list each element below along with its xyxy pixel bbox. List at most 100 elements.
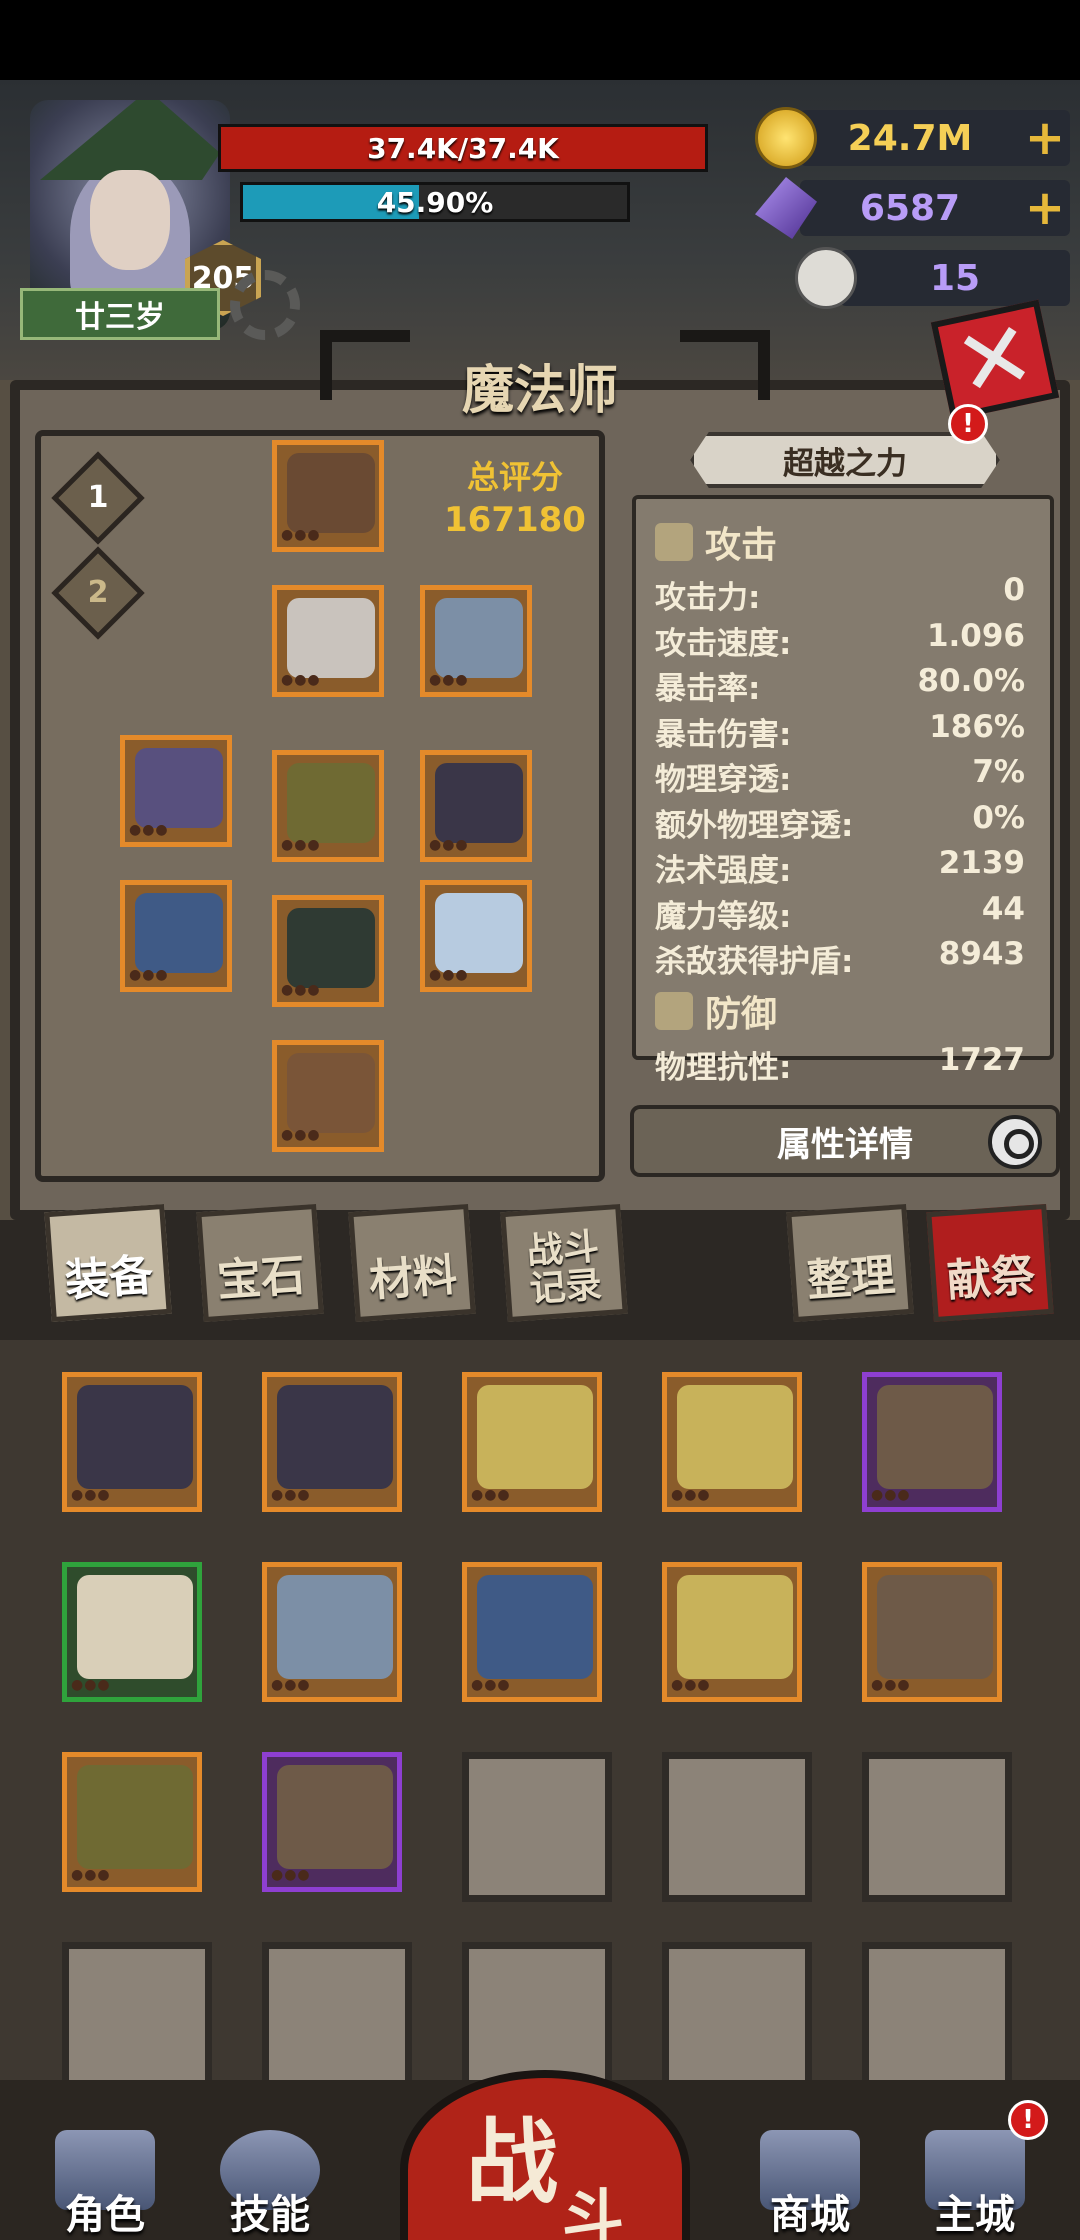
amulet-icon [435,763,523,843]
mace-icon [877,1575,993,1679]
equipped-slot[interactable]: ●●● [272,750,384,862]
socket-dots: ●●● [429,967,469,983]
cape-icon [435,598,523,678]
inventory-slot[interactable]: ●●● [662,1372,802,1512]
gold-counter: 24.7M + [755,107,1070,169]
equipped-slot[interactable]: ●●● [420,750,532,862]
tab-battle-log[interactable]: 战斗 记录 [500,1203,628,1323]
sacrifice-button[interactable]: 献祭 [926,1203,1054,1323]
socket-dots: ●●● [871,1677,911,1693]
belt-icon [77,1765,193,1869]
exp-bar: 45.90% [240,182,630,222]
empty-slot[interactable] [262,1942,412,2092]
equipped-slot[interactable]: ●●● [272,440,384,552]
equipped-slot[interactable]: ●●● [120,880,232,992]
class-title: 魔法师 [461,361,618,421]
inventory-slot[interactable]: ●●● [862,1562,1002,1702]
ram-skull-icon [795,247,857,309]
inventory-slot[interactable]: ●●● [62,1562,202,1702]
attack-row: 额外物理穿透: 0% [655,800,1025,845]
gear-icon[interactable] [230,270,300,340]
player-name: 廿三岁 [20,288,220,340]
inventory-slot[interactable]: ●●● [262,1372,402,1512]
attack-value: 0 [1003,572,1025,608]
socket-dots: ●●● [429,672,469,688]
nav-skills[interactable]: 技能 [205,2110,335,2240]
candle-icon [77,1575,193,1679]
socket-dots: ●●● [271,1677,311,1693]
attack-value: 2139 [938,845,1025,881]
inventory-slot[interactable]: ●●● [262,1752,402,1892]
empty-slot[interactable] [662,1942,812,2092]
gem-value: 6587 [859,187,961,229]
empty-slot[interactable] [862,1752,1012,1902]
attack-row: 法术强度: 2139 [655,845,1025,890]
exp-text: 45.90% [376,185,494,219]
defense-header: 防御 [655,985,777,1037]
nav-character[interactable]: 角色 [40,2110,170,2240]
boots-icon [287,1053,375,1133]
skull-value: 15 [929,257,981,299]
amulet-icon [277,1385,393,1489]
attack-label: 魔力等级: [655,898,792,935]
robe-icon [287,598,375,678]
tab-gems[interactable]: 宝石 [196,1203,324,1323]
socket-dots: ●●● [271,1487,311,1503]
shield-icon [655,992,693,1030]
empty-slot[interactable] [862,1942,1012,2092]
attack-label: 法术强度: [655,853,792,889]
inventory-slot[interactable]: ●●● [662,1562,802,1702]
attack-value: 186% [929,708,1025,745]
add-gold-button[interactable]: + [1020,110,1070,166]
equipped-slot[interactable]: ●●● [420,880,532,992]
attribute-detail-button[interactable]: 属性详情 [630,1105,1060,1177]
equipped-slot[interactable]: ●●● [272,1040,384,1152]
nav-shop[interactable]: 商城 [745,2110,875,2240]
equipped-slot[interactable]: ●●● [272,585,384,697]
staff-icon [477,1575,593,1679]
cape-icon [277,1575,393,1679]
inventory-slot[interactable]: ●●● [462,1372,602,1512]
ring-icon [477,1385,593,1489]
equipped-slot[interactable]: ●●● [120,735,232,847]
empty-slot[interactable] [62,1942,212,2092]
attack-header: 攻击 [655,516,777,568]
tab-equipment[interactable]: 装备 [44,1203,172,1323]
hp-bar: 37.4K/37.4K [218,124,708,172]
player-header: 205 廿三岁 37.4K/37.4K 45.90% 24.7M + 6587 … [0,80,1080,380]
hp-text: 37.4K/37.4K [367,131,559,165]
close-button[interactable]: ✕ [930,299,1060,421]
attack-value: 1.096 [926,617,1025,654]
socket-dots: ●●● [129,967,169,983]
socket-dots: ●●● [71,1677,111,1693]
socket-dots: ●●● [281,527,321,543]
attack-row: 暴击率: 80.0% [655,663,1025,708]
inventory-slot[interactable]: ●●● [462,1562,602,1702]
transcend-button[interactable]: 超越之力 [690,432,1000,488]
inventory-slot[interactable]: ●●● [262,1562,402,1702]
gold-value: 24.7M [847,117,973,159]
equipped-slot[interactable]: ●●● [420,585,532,697]
socket-dots: ●●● [71,1867,111,1883]
gem-icon [755,177,817,239]
tab-materials[interactable]: 材料 [348,1203,476,1323]
socket-dots: ●●● [281,1127,321,1143]
empty-slot[interactable] [462,1752,612,1902]
attack-label: 额外物理穿透: [655,807,854,844]
pants-icon [287,908,375,988]
socket-dots: ●●● [271,1867,311,1883]
empty-slot[interactable] [662,1752,812,1902]
equipped-slot[interactable]: ●●● [272,895,384,1007]
defense-row: 物理抗性: 1727 [655,1042,1025,1087]
socket-dots: ●●● [671,1487,711,1503]
add-gem-button[interactable]: + [1020,180,1070,236]
sort-button[interactable]: 整理 [786,1203,914,1323]
socket-dots: ●●● [281,837,321,853]
attack-label: 攻击速度: [655,625,792,662]
transcend-alert-badge: ! [948,404,988,444]
orb-icon [135,748,223,828]
inventory-slot[interactable]: ●●● [862,1372,1002,1512]
attack-row: 魔力等级: 44 [655,891,1025,936]
inventory-slot[interactable]: ●●● [62,1372,202,1512]
inventory-slot[interactable]: ●●● [62,1752,202,1892]
